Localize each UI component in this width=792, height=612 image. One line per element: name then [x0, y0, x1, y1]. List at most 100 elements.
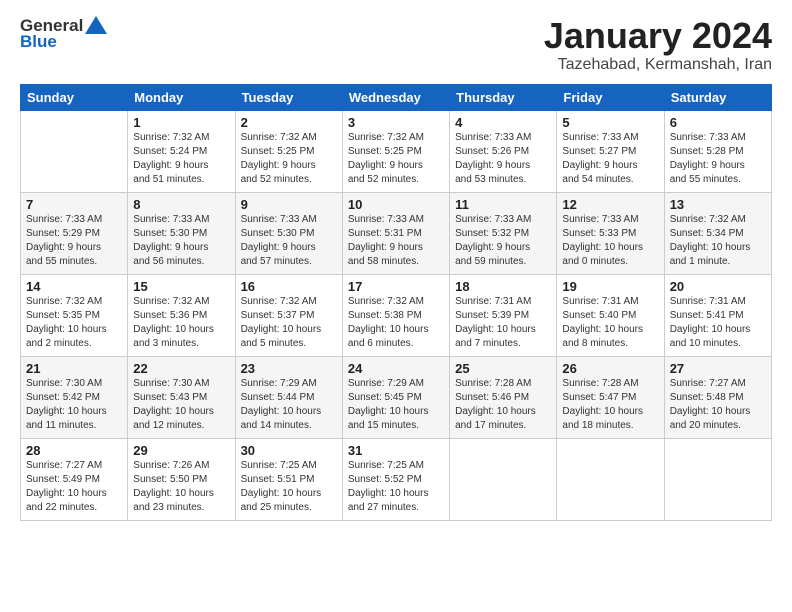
day-number: 22 — [133, 361, 229, 376]
calendar-header-row: Sunday Monday Tuesday Wednesday Thursday… — [21, 84, 772, 110]
calendar-week-row: 1Sunrise: 7:32 AM Sunset: 5:24 PM Daylig… — [21, 110, 772, 192]
day-number: 10 — [348, 197, 444, 212]
day-number: 20 — [670, 279, 766, 294]
table-row: 5Sunrise: 7:33 AM Sunset: 5:27 PM Daylig… — [557, 110, 664, 192]
logo: General Blue — [20, 16, 107, 52]
day-info: Sunrise: 7:32 AM Sunset: 5:25 PM Dayligh… — [348, 131, 444, 187]
day-number: 21 — [26, 361, 122, 376]
table-row: 4Sunrise: 7:33 AM Sunset: 5:26 PM Daylig… — [450, 110, 557, 192]
table-row: 23Sunrise: 7:29 AM Sunset: 5:44 PM Dayli… — [235, 356, 342, 438]
day-info: Sunrise: 7:29 AM Sunset: 5:44 PM Dayligh… — [241, 377, 337, 433]
table-row: 11Sunrise: 7:33 AM Sunset: 5:32 PM Dayli… — [450, 192, 557, 274]
table-row: 12Sunrise: 7:33 AM Sunset: 5:33 PM Dayli… — [557, 192, 664, 274]
header-thursday: Thursday — [450, 84, 557, 110]
table-row: 6Sunrise: 7:33 AM Sunset: 5:28 PM Daylig… — [664, 110, 771, 192]
day-number: 3 — [348, 115, 444, 130]
day-info: Sunrise: 7:25 AM Sunset: 5:51 PM Dayligh… — [241, 459, 337, 515]
calendar-week-row: 14Sunrise: 7:32 AM Sunset: 5:35 PM Dayli… — [21, 274, 772, 356]
day-number: 26 — [562, 361, 658, 376]
day-info: Sunrise: 7:28 AM Sunset: 5:47 PM Dayligh… — [562, 377, 658, 433]
day-number: 23 — [241, 361, 337, 376]
day-info: Sunrise: 7:32 AM Sunset: 5:24 PM Dayligh… — [133, 131, 229, 187]
table-row: 16Sunrise: 7:32 AM Sunset: 5:37 PM Dayli… — [235, 274, 342, 356]
day-info: Sunrise: 7:30 AM Sunset: 5:43 PM Dayligh… — [133, 377, 229, 433]
day-info: Sunrise: 7:28 AM Sunset: 5:46 PM Dayligh… — [455, 377, 551, 433]
header-wednesday: Wednesday — [342, 84, 449, 110]
day-number: 17 — [348, 279, 444, 294]
day-info: Sunrise: 7:33 AM Sunset: 5:29 PM Dayligh… — [26, 213, 122, 269]
month-title: January 2024 — [544, 16, 772, 56]
table-row: 28Sunrise: 7:27 AM Sunset: 5:49 PM Dayli… — [21, 438, 128, 520]
title-block: January 2024 Tazehabad, Kermanshah, Iran — [544, 16, 772, 74]
day-number: 4 — [455, 115, 551, 130]
day-info: Sunrise: 7:31 AM Sunset: 5:39 PM Dayligh… — [455, 295, 551, 351]
table-row: 9Sunrise: 7:33 AM Sunset: 5:30 PM Daylig… — [235, 192, 342, 274]
day-number: 13 — [670, 197, 766, 212]
calendar-week-row: 7Sunrise: 7:33 AM Sunset: 5:29 PM Daylig… — [21, 192, 772, 274]
table-row — [557, 438, 664, 520]
day-number: 12 — [562, 197, 658, 212]
day-number: 8 — [133, 197, 229, 212]
table-row: 30Sunrise: 7:25 AM Sunset: 5:51 PM Dayli… — [235, 438, 342, 520]
header-monday: Monday — [128, 84, 235, 110]
table-row: 14Sunrise: 7:32 AM Sunset: 5:35 PM Dayli… — [21, 274, 128, 356]
day-info: Sunrise: 7:33 AM Sunset: 5:32 PM Dayligh… — [455, 213, 551, 269]
day-info: Sunrise: 7:33 AM Sunset: 5:26 PM Dayligh… — [455, 131, 551, 187]
day-number: 6 — [670, 115, 766, 130]
day-number: 19 — [562, 279, 658, 294]
day-number: 5 — [562, 115, 658, 130]
day-info: Sunrise: 7:32 AM Sunset: 5:36 PM Dayligh… — [133, 295, 229, 351]
table-row: 31Sunrise: 7:25 AM Sunset: 5:52 PM Dayli… — [342, 438, 449, 520]
day-info: Sunrise: 7:31 AM Sunset: 5:40 PM Dayligh… — [562, 295, 658, 351]
day-info: Sunrise: 7:33 AM Sunset: 5:28 PM Dayligh… — [670, 131, 766, 187]
table-row: 18Sunrise: 7:31 AM Sunset: 5:39 PM Dayli… — [450, 274, 557, 356]
day-info: Sunrise: 7:25 AM Sunset: 5:52 PM Dayligh… — [348, 459, 444, 515]
table-row: 1Sunrise: 7:32 AM Sunset: 5:24 PM Daylig… — [128, 110, 235, 192]
table-row: 19Sunrise: 7:31 AM Sunset: 5:40 PM Dayli… — [557, 274, 664, 356]
table-row: 25Sunrise: 7:28 AM Sunset: 5:46 PM Dayli… — [450, 356, 557, 438]
table-row: 27Sunrise: 7:27 AM Sunset: 5:48 PM Dayli… — [664, 356, 771, 438]
day-number: 29 — [133, 443, 229, 458]
logo-icon — [85, 16, 107, 34]
header-friday: Friday — [557, 84, 664, 110]
header: General Blue January 2024 Tazehabad, Ker… — [20, 16, 772, 74]
day-info: Sunrise: 7:32 AM Sunset: 5:37 PM Dayligh… — [241, 295, 337, 351]
day-info: Sunrise: 7:33 AM Sunset: 5:30 PM Dayligh… — [241, 213, 337, 269]
table-row: 3Sunrise: 7:32 AM Sunset: 5:25 PM Daylig… — [342, 110, 449, 192]
table-row: 10Sunrise: 7:33 AM Sunset: 5:31 PM Dayli… — [342, 192, 449, 274]
table-row: 17Sunrise: 7:32 AM Sunset: 5:38 PM Dayli… — [342, 274, 449, 356]
day-number: 14 — [26, 279, 122, 294]
calendar-week-row: 28Sunrise: 7:27 AM Sunset: 5:49 PM Dayli… — [21, 438, 772, 520]
day-info: Sunrise: 7:31 AM Sunset: 5:41 PM Dayligh… — [670, 295, 766, 351]
header-sunday: Sunday — [21, 84, 128, 110]
location: Tazehabad, Kermanshah, Iran — [544, 56, 772, 74]
day-number: 16 — [241, 279, 337, 294]
day-info: Sunrise: 7:33 AM Sunset: 5:31 PM Dayligh… — [348, 213, 444, 269]
table-row — [21, 110, 128, 192]
day-info: Sunrise: 7:32 AM Sunset: 5:25 PM Dayligh… — [241, 131, 337, 187]
table-row: 29Sunrise: 7:26 AM Sunset: 5:50 PM Dayli… — [128, 438, 235, 520]
table-row — [664, 438, 771, 520]
day-info: Sunrise: 7:27 AM Sunset: 5:48 PM Dayligh… — [670, 377, 766, 433]
day-number: 7 — [26, 197, 122, 212]
table-row — [450, 438, 557, 520]
table-row: 8Sunrise: 7:33 AM Sunset: 5:30 PM Daylig… — [128, 192, 235, 274]
day-info: Sunrise: 7:26 AM Sunset: 5:50 PM Dayligh… — [133, 459, 229, 515]
day-info: Sunrise: 7:30 AM Sunset: 5:42 PM Dayligh… — [26, 377, 122, 433]
day-number: 30 — [241, 443, 337, 458]
day-number: 15 — [133, 279, 229, 294]
day-number: 2 — [241, 115, 337, 130]
calendar-table: Sunday Monday Tuesday Wednesday Thursday… — [20, 84, 772, 521]
table-row: 15Sunrise: 7:32 AM Sunset: 5:36 PM Dayli… — [128, 274, 235, 356]
day-number: 18 — [455, 279, 551, 294]
day-info: Sunrise: 7:32 AM Sunset: 5:38 PM Dayligh… — [348, 295, 444, 351]
day-info: Sunrise: 7:32 AM Sunset: 5:34 PM Dayligh… — [670, 213, 766, 269]
calendar-week-row: 21Sunrise: 7:30 AM Sunset: 5:42 PM Dayli… — [21, 356, 772, 438]
day-number: 9 — [241, 197, 337, 212]
day-number: 31 — [348, 443, 444, 458]
header-tuesday: Tuesday — [235, 84, 342, 110]
day-info: Sunrise: 7:33 AM Sunset: 5:27 PM Dayligh… — [562, 131, 658, 187]
table-row: 22Sunrise: 7:30 AM Sunset: 5:43 PM Dayli… — [128, 356, 235, 438]
table-row: 2Sunrise: 7:32 AM Sunset: 5:25 PM Daylig… — [235, 110, 342, 192]
day-info: Sunrise: 7:33 AM Sunset: 5:30 PM Dayligh… — [133, 213, 229, 269]
